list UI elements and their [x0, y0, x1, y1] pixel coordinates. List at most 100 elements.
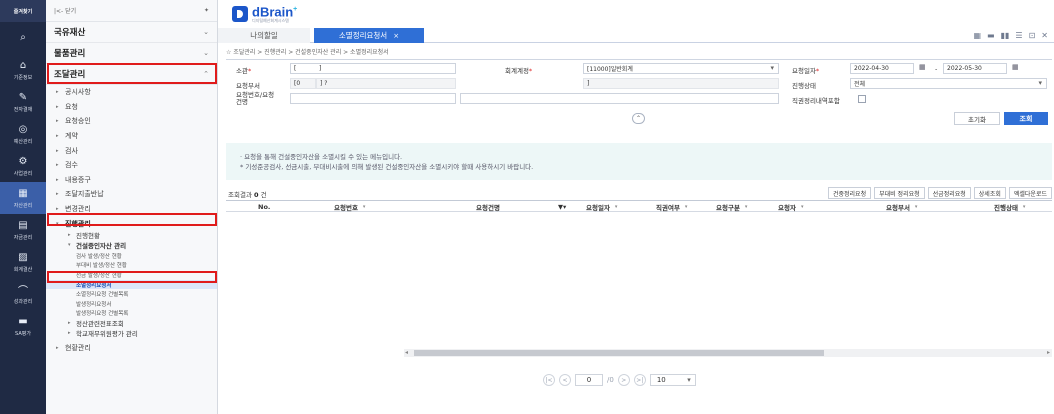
rail-item-approval[interactable]: ✎ 전자결재 — [0, 86, 46, 118]
menu-item-construction-asset[interactable]: ▾ 건설중인자산 관리 — [46, 240, 217, 251]
column-header-direct[interactable]: 직권여부 ▾ — [656, 201, 687, 213]
menu-item-progress-management[interactable]: ▾ 진행관리 — [46, 216, 217, 231]
list-icon[interactable]: ☰ — [1015, 31, 1022, 40]
date-to-input[interactable]: 2022-05-30 — [943, 63, 1007, 74]
column-header-request-date[interactable]: 요청일자 ▾ — [586, 201, 617, 213]
building-icon: ▦ — [18, 188, 28, 199]
menu-sub-item[interactable]: ▸ 검사 — [46, 143, 217, 158]
scroll-left-icon[interactable]: ◂ — [405, 349, 408, 356]
split-icon[interactable]: ▮▮ — [1001, 31, 1010, 40]
page-size-select[interactable]: 10 — [649, 374, 696, 386]
reset-button[interactable]: 초기화 — [954, 112, 1000, 125]
close-menu-link[interactable]: |<- 닫기 — [54, 6, 76, 15]
menu-sub-label: 검수 — [65, 161, 78, 170]
close-all-icon[interactable]: ✕ — [1041, 31, 1048, 40]
rail-item-basic[interactable]: ⌂ 기준정보 — [0, 54, 46, 86]
filter-icon[interactable]: ▾ — [685, 204, 688, 210]
request-no-input[interactable] — [290, 93, 456, 104]
rail-item-project[interactable]: ⚙ 사업관리 — [0, 150, 46, 182]
rail-item-budget[interactable]: ◎ 예산관리 — [0, 118, 46, 150]
rail-item-asset[interactable]: ▦ 자산관리 — [0, 182, 46, 214]
rail-search[interactable]: ⌕ — [0, 22, 46, 54]
next-page-button[interactable]: > — [617, 374, 630, 386]
filter-icon[interactable]: ▾ — [363, 204, 366, 210]
rail-item-performance[interactable]: ⌒ 성과관리 — [0, 278, 46, 310]
horizontal-scrollbar[interactable]: ◂ ▸ — [404, 349, 1052, 357]
menu-item-procurement[interactable]: 조달관리 ⌃ — [46, 64, 217, 85]
direct-include-checkbox[interactable] — [858, 95, 866, 103]
menu-sub-item[interactable]: ▸ 검수 — [46, 158, 217, 173]
incidental-request-button[interactable]: 부대비 정리요청 — [874, 187, 925, 199]
minimize-icon[interactable]: ▬ — [987, 31, 995, 40]
column-header-request-dept[interactable]: 요청부서 ▾ — [886, 201, 917, 213]
prev-page-button[interactable]: < — [559, 374, 571, 386]
first-page-button[interactable]: |< — [543, 374, 555, 386]
tab-my-tasks[interactable]: 나의할일 — [218, 28, 310, 43]
menu-sub-item[interactable]: ▸ 내용증구 — [46, 173, 217, 188]
menu-sub-item[interactable]: ▸ 요청 — [46, 100, 217, 115]
menu-item-national-property[interactable]: 국유재산 ⌄ — [46, 22, 217, 43]
tab-active[interactable]: 소멸정리요청서 × — [314, 28, 424, 43]
collapse-button[interactable]: ⌃ — [632, 113, 645, 124]
request-title-input[interactable] — [460, 93, 779, 104]
date-from-input[interactable]: 2022-04-30 — [850, 63, 914, 74]
menu-leaf[interactable]: 소멸정리요청 건별목록 — [46, 289, 217, 299]
unit-code-field[interactable]: [0 — [290, 78, 316, 89]
status-select[interactable]: 전체 — [850, 78, 1047, 89]
menu-label: 물품관리 — [54, 49, 86, 59]
column-header-status[interactable]: 진행상태 ▾ — [994, 201, 1025, 213]
column-filter[interactable]: ▼▾ — [558, 201, 566, 213]
filter-icon[interactable]: ▾ — [745, 204, 748, 210]
column-header-requester[interactable]: 요청자 ▾ — [778, 201, 803, 213]
menu-sub-item[interactable]: ▸ 조달지출반납 — [46, 187, 217, 202]
last-page-button[interactable]: >| — [633, 374, 646, 386]
filter-icon[interactable]: ▾ — [1023, 204, 1026, 210]
menu-sub-item[interactable]: ▸ 변경관리 — [46, 202, 217, 217]
pin-icon[interactable]: ✦ — [204, 7, 209, 14]
filter-icon[interactable]: ▾ — [801, 204, 804, 210]
rail-item-sa[interactable]: ▬ SA평가 — [0, 310, 46, 342]
menu-sub-item[interactable]: ▸ 요청승인 — [46, 114, 217, 129]
menu-item-status-management[interactable]: ▸ 현황관리 — [46, 341, 217, 356]
menu-sub-item[interactable]: ▸ 공시사항 — [46, 85, 217, 100]
account-select[interactable]: [11000]일반회계 — [583, 63, 779, 74]
calendar-icon[interactable]: ▦ — [919, 63, 929, 72]
scroll-right-icon[interactable]: ▸ — [1047, 349, 1050, 356]
filter-icon[interactable]: ▾ — [915, 204, 918, 210]
calendar-icon[interactable]: ▦ — [1012, 63, 1022, 72]
unit-name-field[interactable]: ] ? — [316, 78, 456, 89]
rail-item-accounting[interactable]: ▨ 회계결산 — [0, 246, 46, 278]
menu-item-school-finance[interactable]: ▸ 학교재무위원평가 관리 — [46, 328, 217, 338]
scroll-thumb[interactable] — [414, 350, 824, 356]
menu-leaf[interactable]: 부대비 발생/정산 현황 — [46, 261, 217, 271]
menu-leaf-active[interactable]: 소멸정리요청서 — [46, 279, 217, 290]
grid-view-icon[interactable]: ▦ — [973, 31, 981, 40]
excel-download-button[interactable]: 엑셀다운로드 — [1008, 187, 1052, 199]
column-header-request-type[interactable]: 요청구분 ▾ — [716, 201, 747, 213]
menu-leaf[interactable]: 발생정리요청서 — [46, 299, 217, 309]
menu-item-settlement-voucher[interactable]: ▸ 정산관련전표조회 — [46, 318, 217, 328]
menu-leaf[interactable]: 발생정리요청 건별목록 — [46, 309, 217, 319]
search-button[interactable]: 조회 — [1004, 112, 1048, 125]
column-header-request-title[interactable]: 요청건명 — [476, 201, 500, 213]
construction-request-button[interactable]: 건중정리요청 — [827, 187, 872, 199]
filter-icon[interactable]: ▼▾ — [558, 203, 566, 211]
favorites-button[interactable]: 즐겨찾기 — [0, 0, 46, 22]
close-icon[interactable]: × — [393, 32, 399, 40]
menu-sub-item[interactable]: ▸ 계약 — [46, 129, 217, 144]
menu-item-progress-status[interactable]: ▸ 진행현황 — [46, 231, 217, 240]
column-header-request-no[interactable]: 요청번호 ▾ — [334, 201, 365, 213]
detail-view-button[interactable]: 상세조회 — [973, 187, 1006, 199]
filter-icon[interactable]: ▾ — [615, 204, 618, 210]
column-header-no[interactable]: No. — [258, 201, 270, 213]
rail-item-fund[interactable]: ▤ 자금관리 — [0, 214, 46, 246]
brand-logo[interactable]: dBrain+ 디지털예산회계시스템 — [232, 4, 297, 24]
dept-name-field[interactable]: ] — [316, 63, 456, 74]
window-icon[interactable]: ⊡ — [1029, 31, 1036, 40]
menu-item-goods[interactable]: 물품관리 ⌄ — [46, 43, 217, 64]
menu-leaf[interactable]: 선금 발생/정산 현황 — [46, 270, 217, 280]
advance-request-button[interactable]: 선금정리요청 — [927, 187, 971, 199]
brand-plus: + — [293, 6, 298, 13]
page-number-input[interactable]: 0 — [575, 374, 603, 386]
menu-leaf[interactable]: 검사 발생/정산 현황 — [46, 251, 217, 261]
